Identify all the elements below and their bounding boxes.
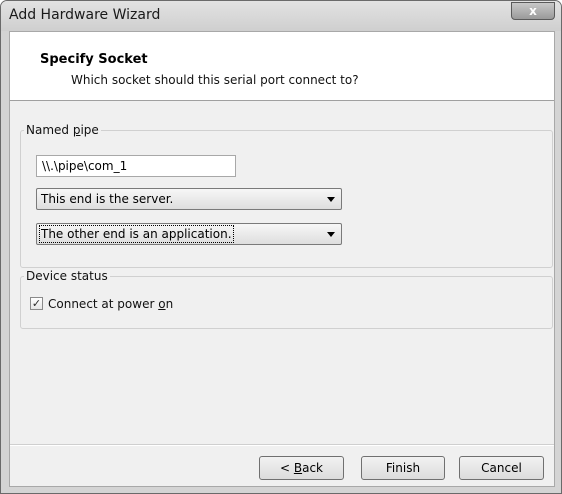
named-pipe-label: Named pipe [24, 123, 101, 137]
device-status-label: Device status [24, 269, 110, 283]
cancel-button[interactable]: Cancel [459, 456, 544, 480]
this-end-select[interactable]: This end is the server. [36, 188, 342, 210]
chevron-down-icon [327, 232, 335, 237]
back-button[interactable]: < Back [259, 456, 344, 480]
other-end-select[interactable]: The other end is an application. [36, 223, 342, 245]
page-subtitle: Which socket should this serial port con… [71, 73, 359, 87]
wizard-window: Add Hardware Wizard x Specify Socket Whi… [0, 0, 562, 494]
checkmark-icon: ✓ [31, 297, 42, 310]
other-end-value: The other end is an application. [39, 225, 234, 243]
wizard-body: Specify Socket Which socket should this … [9, 31, 555, 487]
title-bar[interactable]: Add Hardware Wizard x [1, 1, 561, 31]
this-end-value: This end is the server. [41, 192, 174, 206]
pipe-path-value: \\.\pipe\com_1 [42, 159, 128, 173]
pipe-path-input[interactable]: \\.\pipe\com_1 [36, 155, 236, 177]
connect-at-power-on-checkbox[interactable]: ✓ [30, 297, 43, 310]
finish-button[interactable]: Finish [361, 456, 445, 480]
close-button[interactable]: x [511, 2, 555, 20]
chevron-down-icon [327, 197, 335, 202]
window-title: Add Hardware Wizard [9, 7, 161, 23]
connect-at-power-on-label[interactable]: Connect at power on [48, 297, 173, 311]
footer-divider [10, 444, 554, 446]
wizard-header: Specify Socket Which socket should this … [10, 32, 554, 101]
close-icon: x [529, 4, 537, 18]
page-title: Specify Socket [40, 52, 148, 67]
